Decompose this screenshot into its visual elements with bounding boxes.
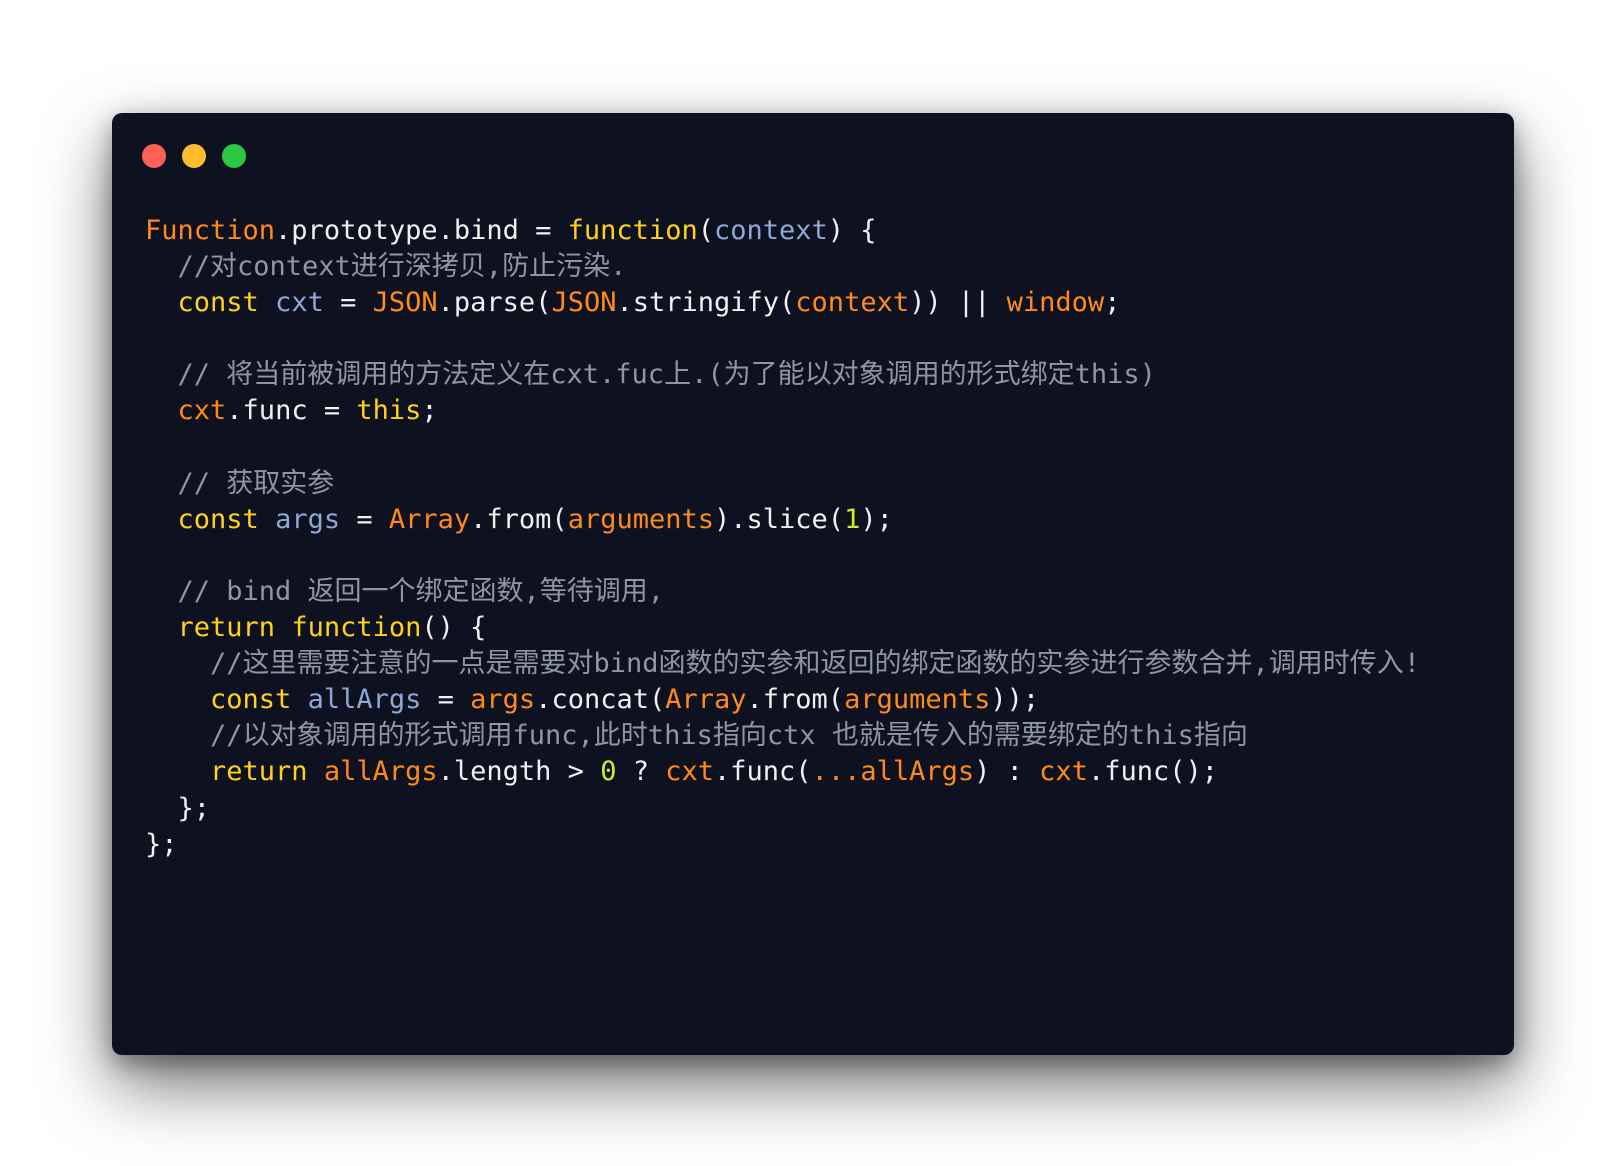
code-token: args [275,503,341,535]
code-line: Function.prototype.bind = function(conte… [145,213,1420,249]
minimize-button-icon[interactable] [182,144,206,168]
code-line: // 获取实参 [145,466,1420,502]
code-token: .concat( [535,684,666,716]
code-line: const cxt = JSON.parse(JSON.stringify(co… [145,285,1420,321]
code-token: window [1006,287,1105,319]
close-button-icon[interactable] [142,144,166,168]
code-token: this [356,395,422,427]
code-token: .parse( [437,287,552,319]
code-token: ( [697,215,714,246]
code-token: .func(); [1087,756,1218,788]
code-token: ) : [974,756,1040,788]
code-token: ); [860,503,893,535]
code-token: = [421,684,471,716]
code-comment: //这里需要注意的一点是需要对bind函数的实参和返回的绑定函数的实参进行参数合… [145,648,1421,680]
code-comment: // 将当前被调用的方法定义在cxt.fuc上.(为了能以对象调用的形式绑定th… [145,359,1156,391]
code-comment: // bind 返回一个绑定函数,等待调用, [145,575,665,607]
code-token: cxt [1039,756,1088,788]
code-token: ; [421,395,438,427]
code-window: Function.prototype.bind = function(conte… [112,113,1514,1055]
code-token: Array [665,684,747,716]
code-token: .length > [437,756,601,788]
code-token: }; [145,792,211,824]
code-line: // 将当前被调用的方法定义在cxt.fuc上.(为了能以对象调用的形式绑定th… [145,357,1420,393]
code-token: Function [145,215,276,246]
code-token: .stringify( [616,287,796,319]
code-token: ) { [827,215,877,246]
code-line: }; [145,791,1420,827]
code-token: args [470,684,536,716]
code-line: const allArgs = args.concat(Array.from(a… [145,682,1420,718]
code-token: allArgs [323,756,438,788]
zoom-button-icon[interactable] [222,144,246,168]
code-token: 1 [844,503,861,535]
code-token: return [210,756,308,788]
code-token: .prototype.bind = [275,215,568,246]
code-token: Array [388,503,471,535]
code-line: return function() { [145,610,1420,646]
code-comment: //对context进行深拷贝,防止污染. [145,251,627,283]
code-token: .from( [470,503,568,535]
code-line: //以对象调用的形式调用func,此时this指向ctx 也就是传入的需要绑定的… [145,718,1420,754]
code-line: const args = Array.from(arguments).slice… [145,502,1420,538]
code-token: context [713,215,828,246]
code-block: Function.prototype.bind = function(conte… [145,213,1420,863]
code-token: JSON [551,287,617,319]
screenshot-stage: Function.prototype.bind = function(conte… [0,0,1622,1166]
code-token: cxt [177,395,227,427]
code-token: ).slice( [714,503,845,535]
code-token: .from( [746,684,845,716]
code-token: function [291,612,422,644]
code-token: ? [616,756,666,788]
code-line: //这里需要注意的一点是需要对bind函数的实参和返回的绑定函数的实参进行参数合… [145,646,1420,682]
code-token: context [795,287,910,319]
code-token: cxt [275,287,324,319]
code-token: .func = [226,395,357,427]
code-comment: // 获取实参 [145,467,335,499]
code-token: cxt [665,756,715,788]
code-line: //对context进行深拷贝,防止污染. [145,249,1420,285]
code-token: () { [421,612,487,644]
code-token: .func( [714,756,812,788]
code-token: arguments [567,503,715,535]
code-token: = [323,287,373,319]
code-token: const [177,503,259,535]
code-token: allArgs [307,684,422,716]
code-token: ...allArgs [811,756,975,788]
code-token: arguments [844,684,991,716]
code-line: return allArgs.length > 0 ? cxt.func(...… [145,754,1420,790]
code-line: }; [145,827,1420,863]
code-token: const [210,684,292,716]
code-token: ; [1104,287,1121,319]
code-token: JSON [372,287,438,319]
code-token: return [177,612,276,644]
code-token: }; [145,828,178,860]
code-line: // bind 返回一个绑定函数,等待调用, [145,574,1420,610]
code-line: cxt.func = this; [145,393,1420,429]
code-token: )); [990,684,1040,716]
code-token: = [340,503,389,535]
code-comment: //以对象调用的形式调用func,此时this指向ctx 也就是传入的需要绑定的… [145,720,1248,752]
code-token: const [177,287,259,319]
code-token: )) || [909,287,1007,319]
code-token: 0 [600,756,617,788]
code-token: function [567,215,698,246]
